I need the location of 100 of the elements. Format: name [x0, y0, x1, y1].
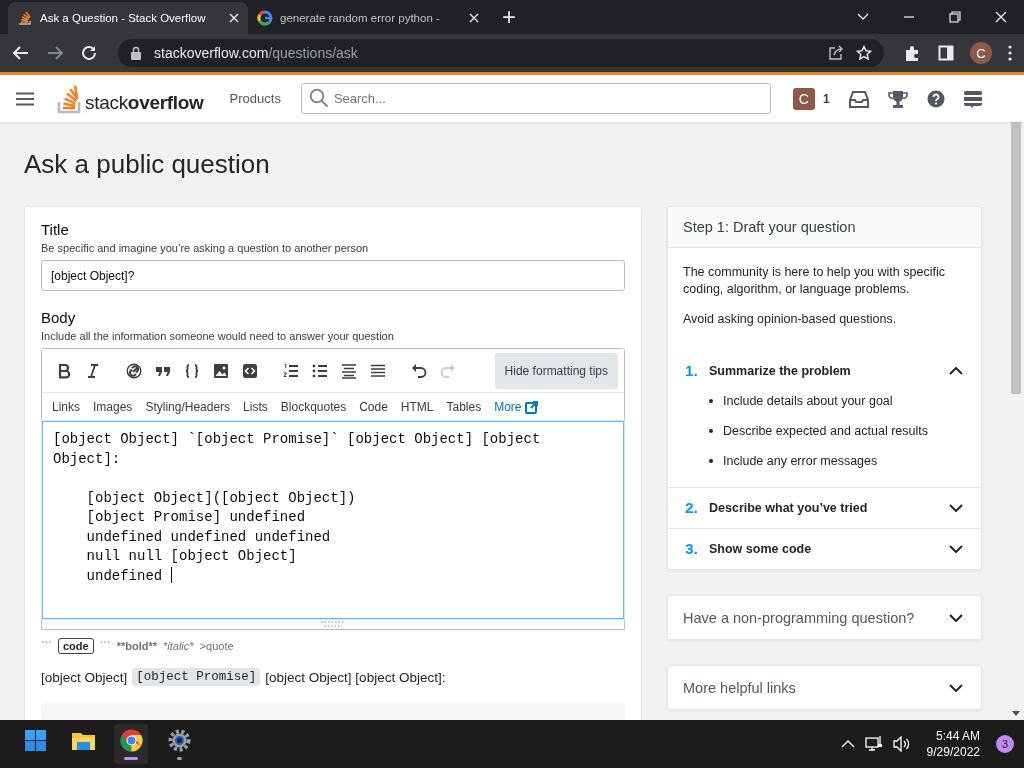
products-link[interactable]: Products — [225, 85, 285, 112]
taskbar-app[interactable] — [114, 724, 148, 764]
bullet-icon — [709, 429, 713, 433]
site-logo[interactable]: stackoverflow — [57, 83, 204, 114]
share-icon[interactable] — [828, 45, 844, 61]
new-tab-button[interactable]: + — [502, 2, 516, 32]
card-title: Have a non-programming question? — [683, 609, 915, 626]
image-icon[interactable] — [213, 362, 229, 379]
link-icon[interactable] — [126, 362, 142, 379]
collapsible-card[interactable]: Have a non-programming question? — [667, 595, 982, 640]
formatting-tip: ``` — [41, 640, 52, 652]
profile-avatar[interactable]: C — [970, 42, 992, 64]
menu-icon[interactable] — [16, 91, 34, 106]
text-caret — [170, 566, 172, 583]
close-icon[interactable] — [469, 13, 479, 23]
braces-icon[interactable] — [184, 362, 200, 379]
collapsible-card[interactable]: More helpful links — [667, 665, 982, 710]
field-label: Title — [41, 221, 70, 238]
code-tip: code — [58, 638, 94, 654]
browser-tab[interactable]: generate random error python - — [248, 2, 488, 34]
field-hint: Include all the information someone would need to answer your question — [41, 330, 395, 342]
preview-text: [object Object] [object Object]: — [265, 669, 446, 685]
help-tab[interactable]: Styling/Headers — [145, 400, 231, 414]
snippet-icon[interactable] — [242, 362, 258, 379]
chevron-down-icon[interactable] — [949, 613, 963, 622]
hide-tips-button[interactable]: Hide formatting tips — [494, 352, 618, 389]
chevron-down-icon[interactable] — [949, 504, 963, 512]
numbered-list-icon[interactable] — [283, 362, 299, 379]
chevron-down-icon[interactable] — [949, 683, 963, 692]
inline-code: [object Promise] — [132, 668, 261, 686]
more-link[interactable]: More — [494, 400, 538, 414]
horizontal-rule-icon[interactable] — [370, 362, 386, 379]
step-number: 1. — [685, 362, 699, 380]
windows-logo-icon — [22, 728, 48, 753]
chrome-logo-icon — [118, 728, 144, 753]
restore-icon[interactable] — [948, 11, 962, 23]
help-tab[interactable]: Tables — [446, 400, 482, 414]
user-avatar[interactable]: C — [792, 87, 815, 110]
step-number: 2. — [685, 499, 699, 517]
stack-logo-icon — [17, 10, 33, 26]
title-input[interactable]: [object Object]? — [41, 260, 625, 291]
stack-logo-icon — [57, 83, 83, 114]
bullet-icon — [709, 399, 713, 403]
chevron-down-icon[interactable] — [949, 545, 963, 553]
close-icon[interactable] — [229, 13, 239, 23]
star-icon[interactable] — [856, 45, 872, 61]
search-icon — [308, 88, 329, 108]
resize-grip-icon[interactable] — [320, 621, 346, 627]
reputation-count: 1 — [822, 91, 830, 106]
notification-badge[interactable]: 3 — [996, 735, 1014, 753]
address-bar[interactable]: stackoverflow.com/questions/ask — [118, 39, 884, 67]
help-tab[interactable]: Images — [93, 400, 133, 414]
forward-icon[interactable] — [46, 44, 64, 62]
guide-text: The community is here to help you with specific coding, algorithm, or language problems. — [683, 264, 946, 298]
step-bullet: Describe expected and actual results — [723, 424, 928, 438]
help-tab[interactable]: Code — [359, 400, 388, 414]
browser-tab[interactable]: Ask a Question - Stack Overflow — [8, 2, 248, 34]
url-text: stackoverflow.com/questions/ask — [154, 45, 358, 61]
heading-icon[interactable] — [341, 362, 357, 379]
bold-icon[interactable] — [56, 362, 72, 379]
external-link-icon — [524, 400, 538, 414]
search-field[interactable]: Search... — [300, 83, 771, 114]
help-tab[interactable]: HTML — [400, 400, 434, 414]
help-tab[interactable]: Links — [52, 400, 80, 414]
help-tab[interactable]: Blockquotes — [280, 400, 347, 414]
step-bullet: Include any error messages — [723, 454, 878, 468]
undo-icon[interactable] — [411, 362, 427, 379]
help-tab[interactable]: Lists — [243, 400, 268, 414]
card-title: More helpful links — [683, 679, 796, 696]
close-icon[interactable] — [994, 10, 1008, 24]
step-title[interactable]: Describe what you’ve tried — [709, 501, 868, 515]
body-textarea[interactable]: [object Object] `[object Promise]` [object Object] [object Object]: [object Object]([object Object]) [object Promise] undefined undefined undefined undefined null null [object Object] undefined — [42, 421, 624, 619]
volume-icon[interactable] — [892, 736, 911, 752]
site-switcher-icon[interactable] — [963, 89, 982, 108]
field-hint: Be specific and imagine you’re asking a question to another person — [41, 242, 370, 254]
scrollbar-thumb[interactable] — [1011, 122, 1021, 394]
back-icon[interactable] — [12, 44, 30, 62]
bullet-list-icon[interactable] — [312, 362, 328, 379]
clock[interactable]: 5:44 AM 9/29/2022 — [926, 728, 980, 760]
dropdown-icon[interactable] — [856, 12, 870, 22]
preview-text: [object Object] — [41, 669, 128, 685]
step-title[interactable]: Summarize the problem — [709, 364, 851, 378]
step-title[interactable]: Show some code — [709, 542, 812, 556]
reload-icon[interactable] — [80, 44, 98, 62]
bullet-icon — [709, 459, 713, 463]
inbox-icon[interactable] — [848, 89, 869, 108]
side-panel-icon[interactable] — [938, 45, 954, 61]
gear-icon — [166, 728, 192, 753]
italic-icon[interactable] — [85, 362, 101, 379]
chevron-up-icon[interactable] — [949, 367, 963, 375]
guide-text: Avoid asking opinion-based questions. — [683, 311, 898, 328]
trophy-icon[interactable] — [887, 89, 908, 108]
scroll-down-icon[interactable] — [1012, 711, 1020, 716]
help-icon[interactable] — [926, 89, 945, 108]
card-header: Step 1: Draft your question — [668, 207, 981, 248]
google-logo-icon — [257, 10, 273, 26]
more-menu-icon[interactable] — [1008, 45, 1012, 61]
page-title: Ask a public question — [24, 149, 271, 180]
field-label: Body — [41, 309, 77, 326]
network-icon[interactable] — [864, 735, 883, 753]
